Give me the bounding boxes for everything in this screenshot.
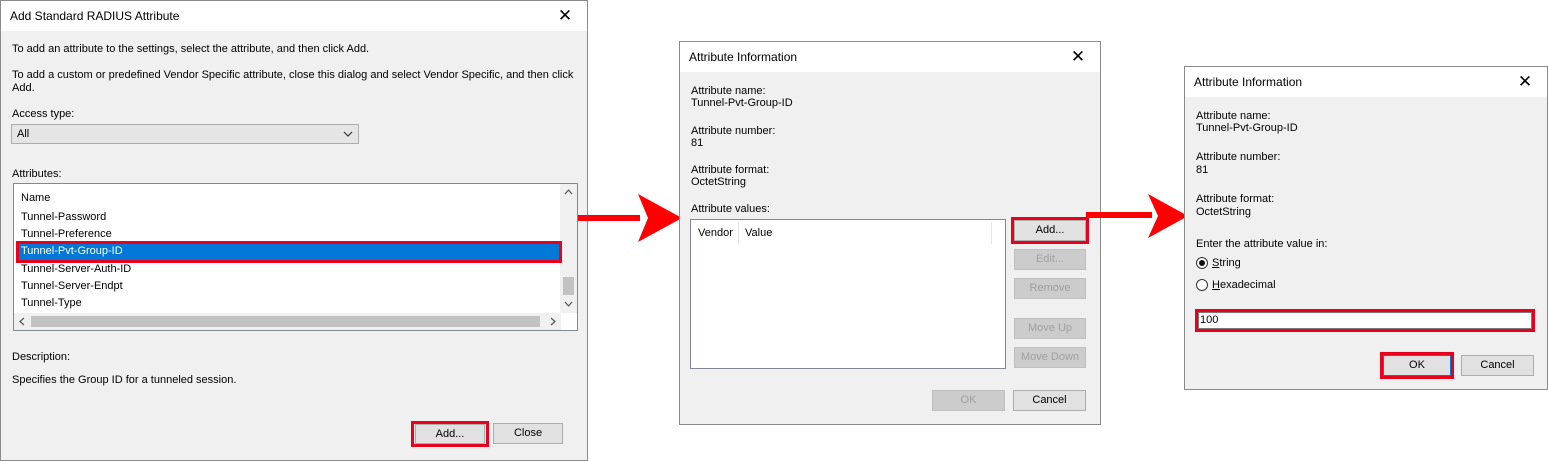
access-type-value: All (17, 128, 30, 140)
chevron-up-icon[interactable] (564, 188, 573, 195)
scrollbar-thumb[interactable] (31, 316, 540, 327)
list-item[interactable]: Tunnel-Preference (21, 228, 112, 240)
edit-button[interactable]: Edit... (1014, 249, 1086, 270)
list-item[interactable]: Tunnel-Server-Endpt (21, 280, 123, 292)
radio-hex-label: Hexadecimal (1212, 279, 1276, 291)
instruction-text: To add an attribute to the settings, sel… (12, 43, 370, 55)
attribute-name-value: Tunnel-Pvt-Group-ID (691, 97, 793, 109)
close-icon[interactable]: ✕ (543, 1, 587, 31)
instruction-text-vendor-cont: Add. (12, 82, 35, 94)
attribute-values-label: Attribute values: (691, 203, 770, 215)
chevron-down-icon[interactable] (564, 301, 573, 308)
list-item[interactable]: Tunnel-Password (21, 211, 106, 223)
attribute-values-list[interactable]: Vendor Value (690, 219, 1006, 369)
chevron-left-icon[interactable] (18, 317, 25, 326)
instruction-text-vendor: To add a custom or predefined Vendor Spe… (12, 69, 574, 81)
highlight-add-button (1011, 217, 1089, 244)
attribute-number-value: 81 (1196, 164, 1209, 176)
attributes-label: Attributes: (12, 168, 62, 180)
attribute-format-value: OctetString (1196, 206, 1252, 218)
dialog-title: Attribute Information (689, 50, 798, 64)
highlight-value-input (1195, 309, 1535, 332)
highlight-selected-attribute (16, 241, 562, 263)
column-header-name[interactable]: Name (21, 192, 50, 204)
vertical-scrollbar[interactable] (560, 184, 577, 313)
close-icon[interactable]: ✕ (1503, 67, 1547, 97)
highlight-add-button (411, 421, 489, 447)
radio-button-hexadecimal[interactable] (1196, 279, 1208, 291)
description-label: Description: (12, 351, 71, 363)
attribute-number-label: Attribute number: (1196, 151, 1281, 163)
title-bar: Attribute Information ✕ (680, 42, 1100, 72)
access-type-select[interactable]: All (11, 124, 359, 144)
scrollbar-thumb[interactable] (563, 277, 574, 295)
move-down-button[interactable]: Move Down (1014, 347, 1086, 368)
enter-value-label: Enter the attribute value in: (1196, 238, 1328, 250)
move-up-button[interactable]: Move Up (1014, 318, 1086, 339)
column-header-value[interactable]: Value (745, 227, 772, 239)
column-header-vendor[interactable]: Vendor (698, 227, 733, 239)
attribute-name-label: Attribute name: (1196, 110, 1271, 122)
description-text: Specifies the Group ID for a tunneled se… (12, 374, 237, 386)
chevron-right-icon[interactable] (550, 317, 557, 326)
title-bar: Attribute Information ✕ (1185, 67, 1547, 97)
arrow-right-icon (578, 194, 682, 242)
access-type-label: Access type: (12, 108, 75, 120)
close-icon[interactable]: ✕ (1056, 42, 1100, 72)
list-item[interactable]: Tunnel-Server-Auth-ID (21, 263, 131, 275)
attribute-number-value: 81 (691, 137, 704, 149)
title-bar: Add Standard RADIUS Attribute ✕ (1, 1, 587, 31)
column-divider (738, 222, 739, 244)
list-item[interactable]: Tunnel-Type (21, 297, 82, 309)
radio-button-string[interactable] (1196, 257, 1208, 269)
highlight-ok-button (1380, 352, 1454, 379)
column-divider (991, 222, 992, 244)
dialog-title: Attribute Information (1194, 75, 1303, 89)
chevron-down-icon (343, 131, 353, 137)
cancel-button[interactable]: Cancel (1461, 355, 1534, 376)
radio-string-option[interactable]: String (1196, 256, 1286, 272)
attribute-format-label: Attribute format: (691, 164, 770, 176)
attribute-information-dialog: Attribute Information ✕ Attribute name: … (679, 41, 1101, 425)
add-standard-radius-attribute-dialog: Add Standard RADIUS Attribute ✕ To add a… (0, 0, 588, 461)
arrow-right-icon (1086, 194, 1188, 238)
dialog-title: Add Standard RADIUS Attribute (10, 9, 180, 23)
close-button[interactable]: Close (493, 423, 563, 444)
radio-string-label: String (1212, 257, 1241, 269)
radio-hex-option[interactable]: Hexadecimal (1196, 278, 1306, 294)
attribute-format-label: Attribute format: (1196, 193, 1275, 205)
attribute-format-value: OctetString (691, 176, 747, 188)
remove-button[interactable]: Remove (1014, 278, 1086, 299)
ok-button[interactable]: OK (932, 390, 1005, 411)
attribute-name-value: Tunnel-Pvt-Group-ID (1196, 122, 1298, 134)
horizontal-scrollbar[interactable] (14, 313, 561, 330)
attribute-information-value-dialog: Attribute Information ✕ Attribute name: … (1184, 66, 1548, 390)
attribute-number-label: Attribute number: (691, 125, 776, 137)
attribute-name-label: Attribute name: (691, 85, 766, 97)
cancel-button[interactable]: Cancel (1013, 390, 1086, 411)
